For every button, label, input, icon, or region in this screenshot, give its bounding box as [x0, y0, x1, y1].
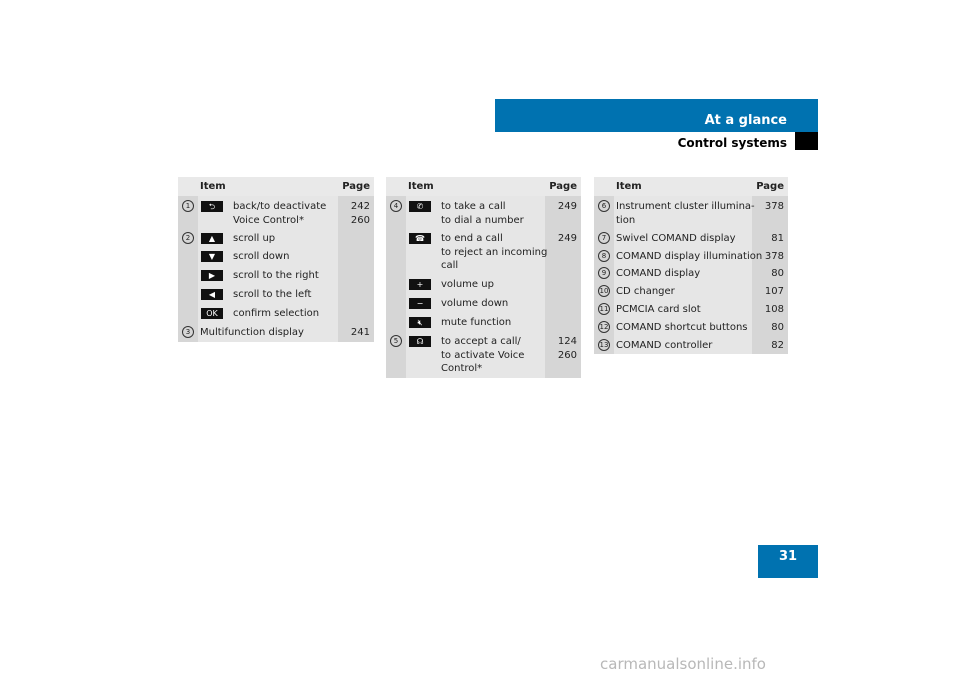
item-description: CD changer	[616, 286, 675, 297]
item-description: volume down	[441, 298, 509, 309]
item-number: 12	[598, 321, 610, 333]
page-reference: 107	[764, 286, 784, 297]
table-header: Item Page	[178, 177, 374, 196]
header-item: Item	[616, 181, 642, 192]
page-reference: 378	[764, 201, 784, 212]
item-description: Swivel COMAND display	[616, 233, 736, 244]
item-description: Instrument cluster illumina- tion	[616, 201, 755, 226]
item-description: to accept a call/ to activate Voice Cont…	[441, 336, 525, 374]
item-description: COMAND display	[616, 268, 701, 279]
page-reference: 124 260	[557, 336, 577, 361]
voice-control-icon: ☊	[409, 336, 431, 347]
header-page: Page	[549, 181, 577, 192]
item-number: 7	[598, 232, 610, 244]
page-reference: 108	[764, 304, 784, 315]
arrow-up-icon: ▲	[201, 233, 223, 244]
item-description: PCMCIA card slot	[616, 304, 701, 315]
page-reference: 81	[771, 233, 784, 244]
item-number: 9	[598, 267, 610, 279]
minus-icon: −	[409, 298, 431, 309]
item-description: COMAND shortcut buttons	[616, 322, 748, 333]
header-page: Page	[756, 181, 784, 192]
header-item: Item	[408, 181, 434, 192]
arrow-down-icon: ▼	[201, 251, 223, 262]
mute-icon: 🔇︎	[409, 317, 431, 328]
item-description: COMAND controller	[616, 340, 713, 351]
table-header: Item Page	[386, 177, 581, 196]
items-table-3: Item Page 6 Instrument cluster illumina- ti…	[594, 177, 788, 354]
item-number: 5	[390, 335, 402, 347]
item-description: scroll to the left	[233, 289, 312, 300]
item-description: volume up	[441, 279, 494, 290]
item-number: 13	[598, 339, 610, 351]
arrow-right-icon: ▶	[201, 270, 223, 281]
item-description: confirm selection	[233, 308, 320, 319]
plus-icon: +	[409, 279, 431, 290]
page-reference: 241	[350, 327, 370, 338]
items-table-2: Item Page 4 ✆ to take a call to dial a numbe…	[386, 177, 581, 378]
page-reference: 242 260	[350, 201, 370, 226]
arrow-left-icon: ◀	[201, 289, 223, 300]
item-number: 6	[598, 200, 610, 212]
page-reference: 249	[557, 201, 577, 212]
item-number: 1	[182, 200, 194, 212]
page-reference: 80	[771, 268, 784, 279]
item-number: 2	[182, 232, 194, 244]
header-item: Item	[200, 181, 226, 192]
table-header: Item Page	[594, 177, 788, 196]
page-reference: 378	[764, 251, 784, 262]
subsection-title: Control systems	[677, 136, 787, 150]
item-description: scroll up	[233, 233, 276, 244]
section-header: At a glance	[495, 99, 818, 132]
item-description: scroll to the right	[233, 270, 319, 281]
page-number: 31	[758, 545, 818, 578]
item-description: Multifunction display	[200, 327, 304, 338]
item-description: to end a call to reject an incoming call	[441, 233, 548, 271]
item-description: scroll down	[233, 251, 290, 262]
item-number: 8	[598, 250, 610, 262]
page-reference: 249	[557, 233, 577, 244]
section-title: At a glance	[704, 113, 787, 128]
item-number: 3	[182, 326, 194, 338]
page-reference: 82	[771, 340, 784, 351]
item-number: 10	[598, 285, 610, 297]
item-number: 4	[390, 200, 402, 212]
phone-pickup-icon: ✆	[409, 201, 431, 212]
section-marker	[795, 132, 818, 150]
item-description: back/to deactivate Voice Control*	[233, 201, 327, 226]
phone-hangup-icon: ☎	[409, 233, 431, 244]
item-description: COMAND display illumination	[616, 251, 763, 262]
item-description: to take a call to dial a number	[441, 201, 524, 226]
header-page: Page	[342, 181, 370, 192]
page-reference: 80	[771, 322, 784, 333]
back-icon: ⮌	[201, 201, 223, 212]
item-number: 11	[598, 303, 610, 315]
ok-icon: OK	[201, 308, 223, 319]
items-table-1: Item Page 1 ⮌ back/to deactivate Voice Contr…	[178, 177, 374, 342]
watermark: carmanualsonline.info	[600, 655, 766, 673]
item-description: mute function	[441, 317, 512, 328]
